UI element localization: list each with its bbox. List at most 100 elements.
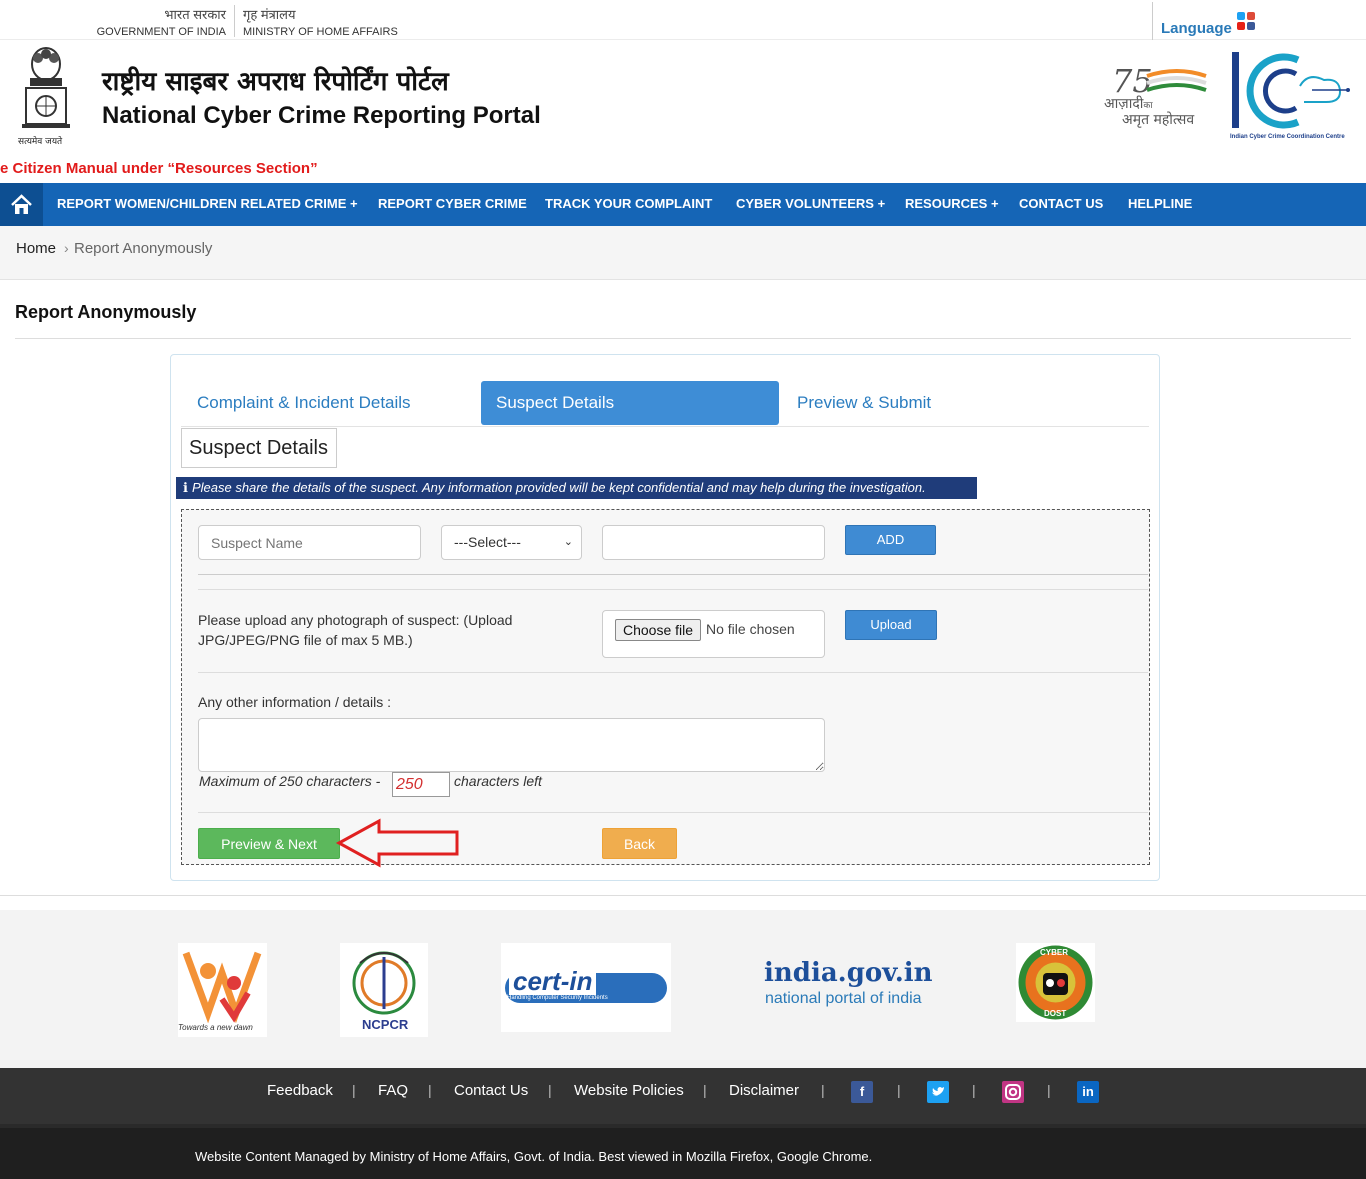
nav-report-cyber-crime[interactable]: REPORT CYBER CRIME — [378, 183, 527, 226]
gov-india-en: GOVERNMENT OF INDIA — [96, 26, 226, 38]
nav-resources[interactable]: RESOURCES + — [905, 183, 999, 226]
other-info-textarea[interactable] — [198, 718, 825, 772]
facebook-icon[interactable]: f — [851, 1081, 873, 1103]
i4c-logo: Indian Cyber Crime Coordination Centre — [1228, 50, 1352, 144]
mha-block: गृह मंत्रालय MINISTRY OF HOME AFFAIRS — [234, 5, 404, 38]
footer-contact-link[interactable]: Contact Us — [454, 1082, 528, 1099]
cyber-dost-top: CYBER — [1040, 948, 1069, 957]
identifier-value-input[interactable] — [602, 525, 825, 560]
nav-track-complaint[interactable]: TRACK YOUR COMPLAINT — [545, 183, 712, 226]
row-divider-1 — [198, 574, 1148, 575]
azadi-line2: अमृत महोत्सव — [1122, 112, 1195, 128]
upload-button[interactable]: Upload — [845, 610, 937, 640]
report-form-card: Complaint & Incident Details Suspect Det… — [170, 354, 1160, 881]
breadcrumb-home[interactable]: Home — [16, 240, 56, 257]
nav-report-women-children[interactable]: REPORT WOMEN/CHILDREN RELATED CRIME + — [57, 183, 358, 226]
mha-en: MINISTRY OF HOME AFFAIRS — [243, 26, 398, 38]
footer-separator: | — [428, 1082, 432, 1098]
india-gov-logo[interactable]: india.gov.in national portal of india — [760, 954, 940, 1014]
preview-next-button[interactable]: Preview & Next — [198, 828, 340, 859]
wcd-logo[interactable]: Towards a new dawn — [178, 943, 267, 1037]
certin-caption: Handling Computer Security Incidents — [507, 995, 608, 1001]
twitter-icon[interactable] — [927, 1081, 949, 1103]
footer-links: Feedback | FAQ | Contact Us | Website Po… — [0, 1068, 1366, 1124]
main-nav: REPORT WOMEN/CHILDREN RELATED CRIME + RE… — [0, 183, 1366, 226]
no-file-text: No file chosen — [706, 621, 795, 637]
twitter-icon[interactable] — [1237, 12, 1245, 20]
choose-file-button[interactable]: Choose file — [615, 619, 702, 641]
ncpcr-logo[interactable]: NCPCR — [340, 943, 428, 1037]
back-button[interactable]: Back — [602, 828, 677, 859]
india-gov-subtitle: national portal of india — [765, 990, 922, 1007]
footer-separator: | — [821, 1082, 825, 1098]
language-link[interactable]: Language — [1161, 20, 1232, 37]
breadcrumb: Home › Report Anonymously — [0, 226, 1366, 280]
identifier-type-select[interactable]: ---Select--- ⌄ — [441, 525, 582, 560]
cyber-dost-logo[interactable]: CYBER DOST — [1016, 943, 1095, 1022]
row-divider-4 — [198, 812, 1148, 813]
national-emblem: सत्यमेव जयते — [16, 44, 76, 147]
add-button[interactable]: ADD — [845, 525, 936, 555]
row-divider-2 — [198, 589, 1148, 590]
gov-india-hi: भारत सरकार — [164, 7, 226, 22]
footer-feedback-link[interactable]: Feedback — [267, 1082, 333, 1099]
footer-faq-link[interactable]: FAQ — [378, 1082, 408, 1099]
tab-divider — [181, 426, 1149, 427]
upload-photo-label: Please upload any photograph of suspect:… — [198, 612, 513, 648]
footer-separator: | — [548, 1082, 552, 1098]
wcd-caption: Towards a new dawn — [178, 1023, 253, 1032]
select-value: ---Select--- — [454, 534, 521, 550]
linkedin-icon[interactable]: in — [1077, 1081, 1099, 1103]
info-notice: ℹ Please share the details of the suspect… — [176, 477, 977, 499]
certin-text: cert-in — [509, 967, 597, 995]
info-icon: ℹ — [183, 480, 188, 495]
azadi-ka-amrit-mahotsav-logo: 75 आज़ादीका अमृत महोत्सव — [1102, 62, 1224, 130]
section-heading: Suspect Details — [181, 428, 337, 468]
other-info-label: Any other information / details : — [198, 694, 391, 710]
chars-left-text: characters left — [454, 773, 542, 789]
footer-separator: | — [1047, 1082, 1051, 1098]
emblem-caption: सत्यमेव जयते — [18, 137, 63, 147]
footer-bottom: Website Content Managed by Ministry of H… — [0, 1124, 1366, 1179]
gov-india-block: भारत सरकार GOVERNMENT OF INDIA — [96, 5, 226, 38]
footer-copyright: Website Content Managed by Ministry of H… — [195, 1149, 873, 1164]
chars-left-counter: 250 — [392, 772, 450, 797]
facebook-icon[interactable] — [1247, 22, 1255, 30]
nav-home-button[interactable] — [0, 183, 43, 226]
nav-cyber-volunteers[interactable]: CYBER VOLUNTEERS + — [736, 183, 885, 226]
announcement-marquee[interactable]: e Citizen Manual under “Resources Sectio… — [0, 160, 318, 177]
tab-suspect-details[interactable]: Suspect Details — [481, 381, 779, 425]
language-box: Language — [1152, 2, 1255, 40]
footer-separator: | — [897, 1082, 901, 1098]
footer-disclaimer-link[interactable]: Disclaimer — [729, 1082, 799, 1099]
india-gov-title: india.gov.in — [764, 958, 933, 988]
tab-preview-submit[interactable]: Preview & Submit — [797, 381, 997, 425]
nav-contact-us[interactable]: CONTACT US — [1019, 183, 1103, 226]
suspect-name-input[interactable] — [198, 525, 421, 560]
gov-strip: भारत सरकार GOVERNMENT OF INDIA गृह मंत्र… — [0, 0, 1366, 40]
chevron-down-icon: ⌄ — [563, 536, 573, 548]
google-plus-icon[interactable] — [1247, 12, 1255, 20]
ncpcr-text: NCPCR — [362, 1017, 409, 1032]
i4c-caption: Indian Cyber Crime Coordination Centre — [1230, 134, 1345, 140]
nav-helpline[interactable]: HELPLINE — [1128, 183, 1192, 226]
max-chars-text: Maximum of 250 characters - — [199, 773, 381, 789]
home-icon — [11, 194, 32, 214]
footer-separator: | — [352, 1082, 356, 1098]
youtube-icon[interactable] — [1237, 22, 1245, 30]
footer-separator: | — [703, 1082, 707, 1098]
breadcrumb-current: Report Anonymously — [74, 240, 213, 257]
title-divider — [15, 338, 1351, 339]
file-input[interactable]: Choose file No file chosen — [602, 610, 825, 658]
footer-website-policies-link[interactable]: Website Policies — [574, 1082, 684, 1099]
footer-separator: | — [972, 1082, 976, 1098]
tab-complaint-incident-details[interactable]: Complaint & Incident Details — [197, 381, 467, 425]
page-divider — [0, 895, 1366, 896]
cyber-dost-bottom: DOST — [1044, 1009, 1067, 1018]
row-divider-3 — [198, 672, 1148, 673]
certin-logo[interactable]: cert-in Handling Computer Security Incid… — [501, 943, 671, 1032]
pointer-arrow — [335, 818, 459, 868]
instagram-icon[interactable] — [1002, 1081, 1024, 1103]
breadcrumb-separator: › — [64, 240, 69, 256]
portal-title-hindi: राष्ट्रीय साइबर अपराध रिपोर्टिंग पोर्टल — [102, 67, 449, 97]
